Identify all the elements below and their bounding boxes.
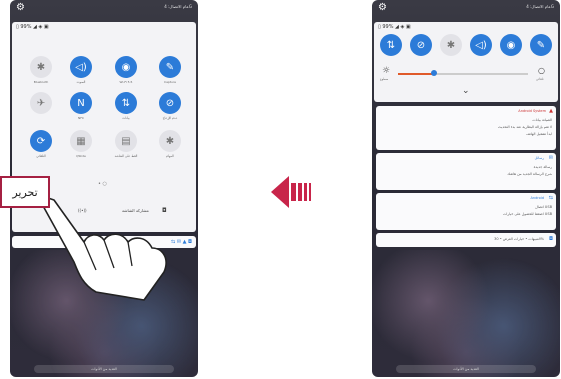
phone-right-screen: ⚙ عام الاتصال: 4G ▯ 99% ◢ ◈ ▣ ⇅ ⊘ ✱ ◁) ◉ ✎ ☼ … xyxy=(372,0,560,377)
quick-tile-label: الصوت xyxy=(76,80,86,84)
notification-icons: ⇆ ✉ ▲ ◘ xyxy=(171,239,192,245)
warning-icon: ▲ xyxy=(549,108,553,114)
quick-tile-2-icon[interactable]: ✱ xyxy=(440,34,462,56)
gear-icon[interactable]: ⚙ xyxy=(16,2,25,13)
message-icon: ✉ xyxy=(548,155,553,161)
storage-icon: ◘ xyxy=(549,236,553,242)
notification-app: Android System xyxy=(518,109,546,113)
notification-line: رسالة جديدة xyxy=(533,165,552,169)
auto-brightness-icon[interactable]: ○ xyxy=(538,66,545,75)
quick-tile-0-icon[interactable]: ⇅ xyxy=(380,34,402,56)
notification-line: اضغط للحصول على خيارات USB xyxy=(503,212,552,216)
hand-pointer-icon xyxy=(39,195,167,301)
gear-icon[interactable]: ⚙ xyxy=(378,2,387,13)
quick-tile-7-icon[interactable]: ⊘ xyxy=(159,92,181,114)
dock-label: العديد من الأدوات xyxy=(396,365,536,373)
status-text: عام الاتصال: 4G xyxy=(526,4,554,9)
quick-tile-label: التلقائي xyxy=(36,154,46,158)
status-bar: ⚙ عام الاتصال: 4G xyxy=(10,0,198,22)
brightness-slider-knob[interactable] xyxy=(431,70,438,76)
quick-tile-3-icon[interactable]: ✎ xyxy=(159,56,181,78)
notification-line: ابدأ تشغيل الهاتف xyxy=(526,132,552,136)
quick-tile-8-icon[interactable]: ⟳ xyxy=(30,130,52,152)
usb-icon: ⇆ xyxy=(548,195,553,201)
arrow-left-icon xyxy=(271,176,311,208)
notification-app: Android xyxy=(530,196,544,200)
edit-label: تحرير xyxy=(12,185,38,199)
quick-tile-label: بيانات xyxy=(122,116,130,120)
brightness-label: سطوع xyxy=(380,77,389,81)
notification-line: شرح الرسالة الجديد من هاتفك xyxy=(507,172,552,176)
quick-tile-label: Wi-Fi 5.5 xyxy=(119,80,133,84)
quick-tile-5-icon[interactable]: ✎ xyxy=(530,34,552,56)
quick-tile-label: QSlide xyxy=(76,154,86,158)
brightness-slider-fill xyxy=(398,73,435,75)
status-text: عام الاتصال: 4G xyxy=(164,4,192,9)
quick-tile-4-icon[interactable]: ◉ xyxy=(500,34,522,56)
quick-tile-1-icon[interactable]: ◁) xyxy=(70,56,92,78)
expand-icon[interactable]: ⌄ xyxy=(462,86,470,96)
quick-tile-label: القط على الشاشة xyxy=(114,154,138,158)
quick-tile-2-icon[interactable]: ◉ xyxy=(115,56,137,78)
auto-brightness-label: تلقائي xyxy=(536,77,544,81)
brightness-icon: ☼ xyxy=(382,66,391,76)
quick-tile-1-icon[interactable]: ⊘ xyxy=(410,34,432,56)
quick-settings-panel: ▯ 99% ◢ ◈ ▣ ⇅ ⊘ ✱ ◁) ◉ ✎ ☼ سطوع ○ تلقائي ⌄ xyxy=(374,22,558,102)
notification-line: اتصال USB xyxy=(535,205,552,209)
quick-tile-label: NFC xyxy=(77,116,85,120)
status-bar: ⚙ عام الاتصال: 4G xyxy=(372,0,560,22)
quick-tile-label: Capture xyxy=(164,80,176,84)
edit-button-callout[interactable]: تحرير xyxy=(0,176,50,208)
notification-line: التنبيهات • خيارات العرض • 30% xyxy=(494,237,544,241)
notification-app: رسائل xyxy=(534,156,544,160)
panel-status-icons: ▯ 99% ◢ ◈ ▣ xyxy=(378,24,411,30)
quick-tile-4-icon[interactable]: ✈ xyxy=(30,92,52,114)
quick-tile-10-icon[interactable]: ▤ xyxy=(115,130,137,152)
notification-line: الصيانة بيانات xyxy=(532,118,552,122)
quick-tile-label: المهام xyxy=(166,154,174,158)
panel-status-icons: ▯ 99% ◢ ◈ ▣ xyxy=(16,24,49,30)
dock-label: العديد من الأدوات xyxy=(34,365,174,373)
quick-tile-9-icon[interactable]: ▦ xyxy=(70,130,92,152)
quick-tile-label: عدم الإزعاج xyxy=(162,116,178,120)
quick-tile-5-icon[interactable]: N xyxy=(70,92,92,114)
notification-line: لا تقم بإزالة البطارية عند بدء التحديث xyxy=(497,125,552,129)
notification-card-3[interactable]: Android ⇆ اتصال USB اضغط للحصول على خيار… xyxy=(376,193,556,230)
notification-card-1[interactable]: Android System ▲ الصيانة بيانات لا تقم ب… xyxy=(376,106,556,150)
quick-tile-6-icon[interactable]: ⇅ xyxy=(115,92,137,114)
quick-tile-3-icon[interactable]: ◁) xyxy=(470,34,492,56)
page-indicator: • ○ xyxy=(98,181,107,187)
notification-card-2[interactable]: رسائل ✉ رسالة جديدة شرح الرسالة الجديد م… xyxy=(376,153,556,190)
blurred-home-screen xyxy=(372,250,560,377)
notification-card-4[interactable]: التنبيهات • خيارات العرض • 30% ◘ xyxy=(376,233,556,247)
quick-tile-11-icon[interactable]: ✱ xyxy=(159,130,181,152)
quick-tile-0-icon[interactable]: ✱ xyxy=(30,56,52,78)
quick-tile-label: Bluetooth xyxy=(33,80,49,84)
